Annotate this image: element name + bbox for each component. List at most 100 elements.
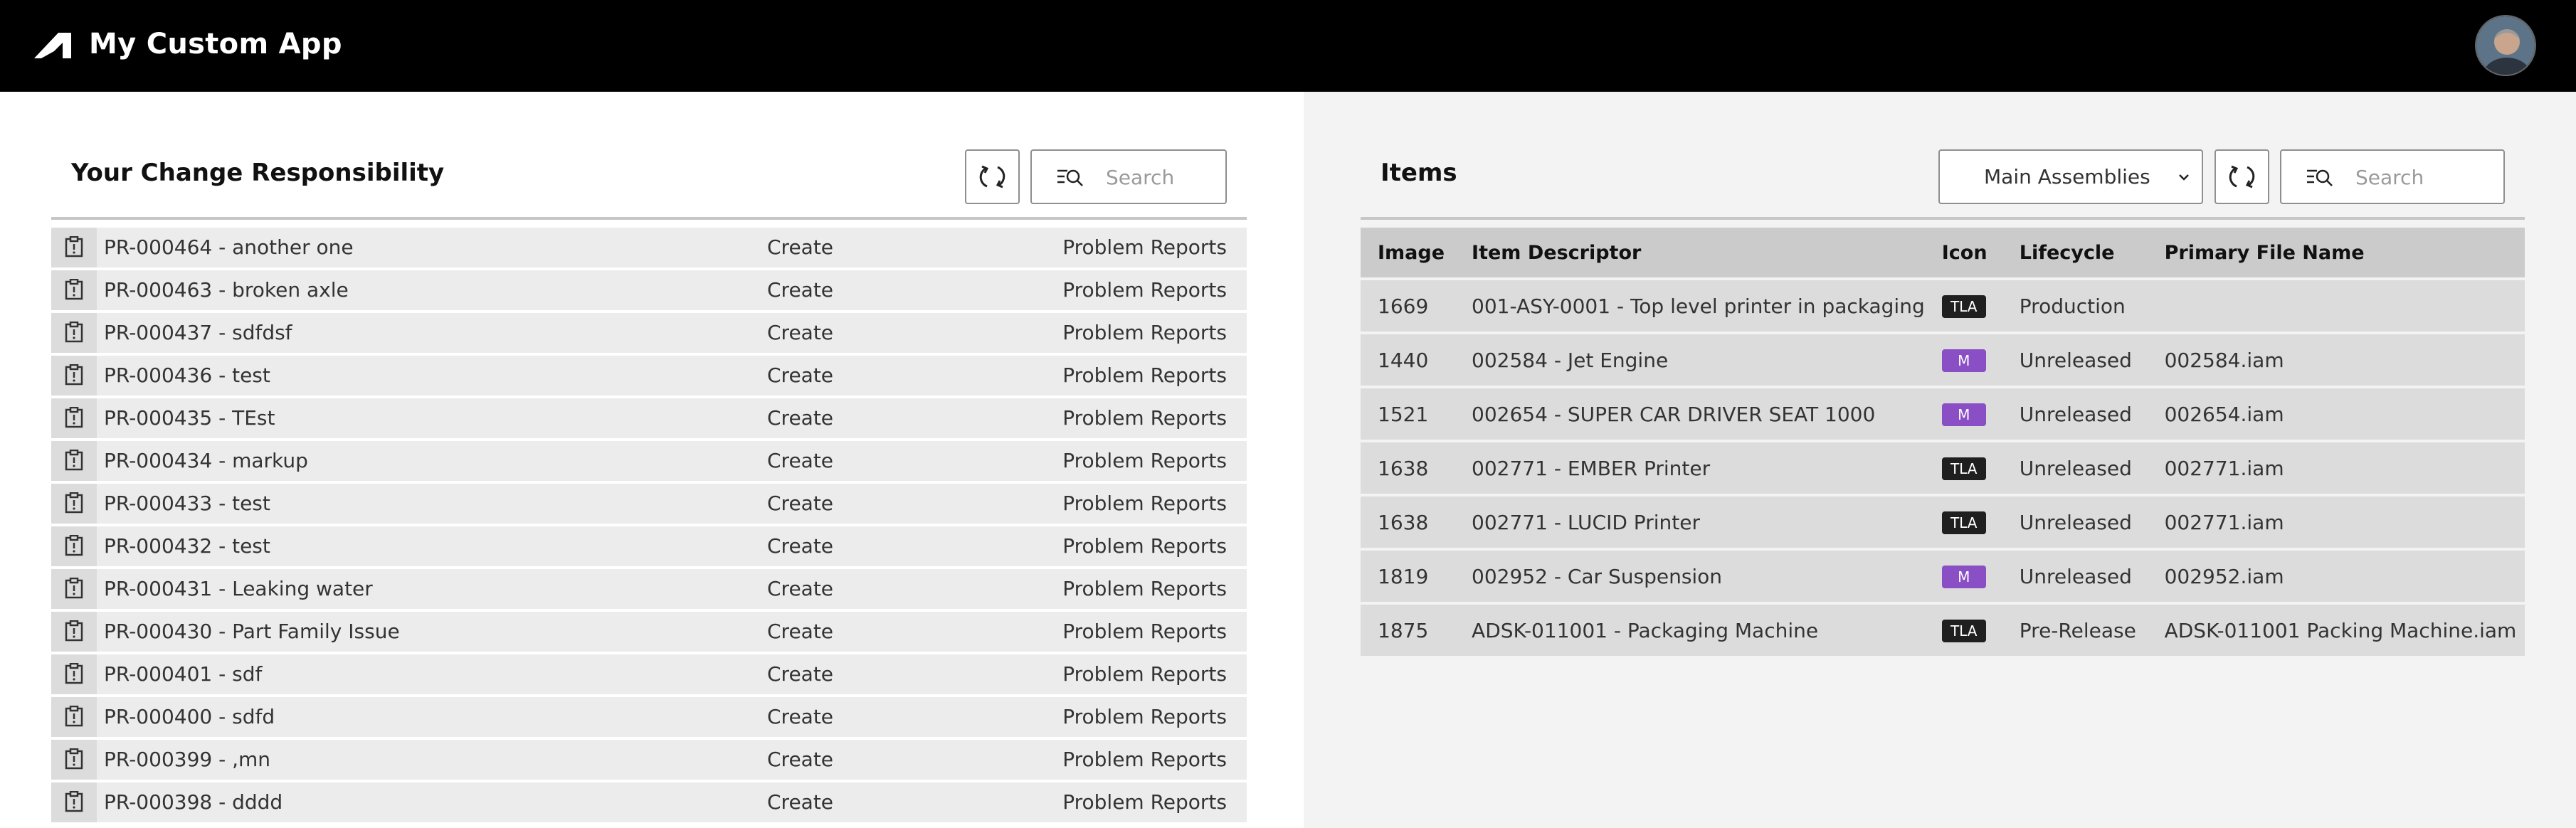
item-type-badge: TLA [1941,457,1986,480]
list-item-action: Create [767,406,834,430]
list-item[interactable]: PR-000398 - dddd Create Problem Reports [51,782,1247,822]
cell-descriptor[interactable]: ADSK-011001 - Packaging Machine [1455,603,1925,659]
table-row[interactable]: 1819 002952 - Car Suspension M Unreleased 00… [1361,549,2525,605]
cell-image: 1669 [1361,279,1455,334]
list-item[interactable]: PR-000435 - TEst Create Problem Reports [51,398,1247,438]
table-row[interactable]: 1875 ADSK-011001 - Packaging Machine TLA Pr… [1361,603,2525,659]
table-row[interactable]: 1521 002654 - SUPER CAR DRIVER SEAT 1000 M… [1361,387,2525,442]
clipboard-icon [51,740,97,780]
cell-descriptor[interactable]: 002771 - EMBER Printer [1455,441,1925,497]
list-item-workspace: Problem Reports [1062,790,1227,814]
cell-lifecycle: Unreleased [2002,549,2148,605]
cell-icon: TLA [1924,441,2002,497]
cell-image: 1638 [1361,441,1455,497]
cell-icon: TLA [1924,279,2002,334]
cell-descriptor[interactable]: 001-ASY-0001 - Top level printer in pack… [1455,279,1925,334]
list-item-title: PR-000464 - another one [104,235,354,259]
cell-lifecycle: Unreleased [2002,495,2148,551]
list-item[interactable]: PR-000401 - sdf Create Problem Reports [51,654,1247,694]
divider [1361,217,2525,220]
item-type-badge: M [1941,403,1986,426]
chevron-down-icon [2179,174,2189,181]
list-item-title: PR-000432 - test [104,534,270,558]
items-panel: Items Main Assemblies Search Image Item … [1304,92,2576,828]
panel-title-items: Items [1381,159,1457,187]
clipboard-icon [51,228,97,267]
list-item[interactable]: PR-000434 - markup Create Problem Reports [51,441,1247,481]
avatar[interactable] [2475,15,2536,76]
column-header-icon[interactable]: Icon [1924,228,2002,280]
list-item-action: Create [767,620,834,643]
list-item-action: Create [767,449,834,472]
list-item-title: PR-000401 - sdf [104,662,263,686]
list-item-action: Create [767,534,834,558]
items-table: Image Item Descriptor Icon Lifecycle Pri… [1361,228,2525,659]
list-item-action: Create [767,790,834,814]
table-row[interactable]: 1440 002584 - Jet Engine M Unreleased 002584… [1361,333,2525,388]
cell-lifecycle: Pre-Release [2002,603,2148,659]
clipboard-icon [51,484,97,524]
column-header-image[interactable]: Image [1361,228,1455,280]
cell-descriptor[interactable]: 002584 - Jet Engine [1455,333,1925,388]
divider [51,217,1247,220]
table-row[interactable]: 1669 001-ASY-0001 - Top level printer in … [1361,279,2525,334]
changes-search-input[interactable]: Search [1030,149,1227,204]
list-item-title: PR-000431 - Leaking water [104,577,373,600]
list-item-title: PR-000398 - dddd [104,790,283,814]
list-item-action: Create [767,321,834,344]
list-item-action: Create [767,492,834,515]
app-title: My Custom App [89,28,342,60]
item-type-badge: M [1941,566,1986,588]
list-item[interactable]: PR-000399 - ,mn Create Problem Reports [51,740,1247,780]
item-type-badge: TLA [1941,511,1986,534]
table-row[interactable]: 1638 002771 - LUCID Printer TLA Unreleased 0… [1361,495,2525,551]
cell-descriptor[interactable]: 002654 - SUPER CAR DRIVER SEAT 1000 [1455,387,1925,442]
item-type-badge: M [1941,349,1986,372]
list-item[interactable]: PR-000400 - sdfd Create Problem Reports [51,697,1247,737]
change-list: PR-000464 - another one Create Problem Rep… [51,228,1247,825]
change-responsibility-panel: Your Change Responsibility Search PR-000… [0,92,1304,828]
table-row[interactable]: 1638 002771 - EMBER Printer TLA Unreleased 0… [1361,441,2525,497]
list-item-title: PR-000399 - ,mn [104,748,271,771]
list-item[interactable]: PR-000437 - sdfdsf Create Problem Reports [51,313,1247,353]
cell-descriptor[interactable]: 002771 - LUCID Printer [1455,495,1925,551]
list-item[interactable]: PR-000430 - Part Family Issue Create Probl… [51,612,1247,652]
cell-image: 1638 [1361,495,1455,551]
list-item-action: Create [767,748,834,771]
cell-icon: TLA [1924,603,2002,659]
list-item-action: Create [767,235,834,259]
list-item-workspace: Problem Reports [1062,235,1227,259]
refresh-icon [979,165,1005,189]
cell-lifecycle: Unreleased [2002,441,2148,497]
column-header-file[interactable]: Primary File Name [2147,228,2525,280]
list-item[interactable]: PR-000431 - Leaking water Create Problem R… [51,569,1247,609]
list-item[interactable]: PR-000464 - another one Create Problem Rep… [51,228,1247,267]
list-item-title: PR-000463 - broken axle [104,278,349,302]
item-type-badge: TLA [1941,295,1986,318]
column-header-descriptor[interactable]: Item Descriptor [1455,228,1925,280]
refresh-button[interactable] [965,149,1020,204]
cell-file: 002952.iam [2147,549,2525,605]
cell-image: 1440 [1361,333,1455,388]
list-item-workspace: Problem Reports [1062,449,1227,472]
app-header: My Custom App [0,0,2576,92]
cell-descriptor[interactable]: 002952 - Car Suspension [1455,549,1925,605]
cell-lifecycle: Unreleased [2002,333,2148,388]
cell-file: 002584.iam [2147,333,2525,388]
clipboard-icon [51,356,97,396]
list-item[interactable]: PR-000463 - broken axle Create Problem Rep… [51,270,1247,310]
items-refresh-button[interactable] [2215,149,2269,204]
cell-icon: M [1924,387,2002,442]
search-placeholder: Search [2355,166,2424,189]
view-select[interactable]: Main Assemblies [1938,149,2203,204]
items-search-input[interactable]: Search [2280,149,2505,204]
clipboard-icon [51,697,97,737]
table-header-row: Image Item Descriptor Icon Lifecycle Pri… [1361,228,2525,280]
list-item[interactable]: PR-000432 - test Create Problem Reports [51,526,1247,566]
item-type-badge: TLA [1941,620,1986,642]
filter-search-icon [1057,169,1083,186]
list-item[interactable]: PR-000433 - test Create Problem Reports [51,484,1247,524]
list-item[interactable]: PR-000436 - test Create Problem Reports [51,356,1247,396]
column-header-lifecycle[interactable]: Lifecycle [2002,228,2148,280]
list-item-action: Create [767,363,834,387]
